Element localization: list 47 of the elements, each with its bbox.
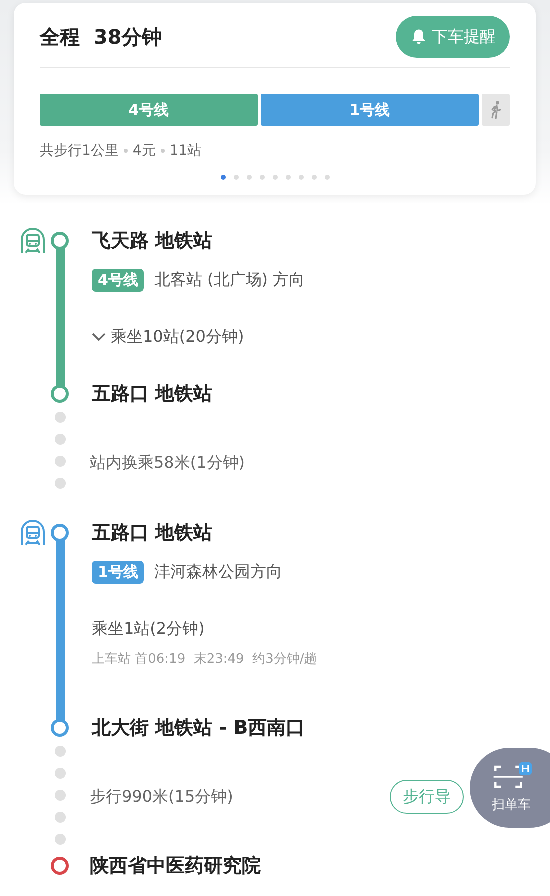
route-segment: 1号线 bbox=[261, 94, 479, 126]
page-dot[interactable] bbox=[220, 175, 226, 180]
path-dot bbox=[54, 746, 66, 757]
path-dot bbox=[54, 790, 66, 801]
direction-text: 北客站 (北广场) 方向 bbox=[154, 270, 306, 290]
page-dot[interactable] bbox=[312, 175, 316, 180]
scan-bike-button[interactable]: 扫单车 bbox=[470, 748, 550, 828]
station-node bbox=[51, 719, 69, 737]
schedule-text: 上车站 首06:19 末23:49 约3分钟/趟 bbox=[92, 651, 318, 669]
station-name[interactable]: 五路口 地铁站 bbox=[92, 518, 550, 548]
station-node bbox=[51, 385, 69, 403]
page-dot[interactable] bbox=[286, 175, 290, 180]
route-stat: 4元 bbox=[132, 142, 156, 160]
path-dot bbox=[54, 834, 66, 845]
destination-node bbox=[51, 857, 69, 875]
station-node bbox=[51, 524, 69, 542]
path-dot bbox=[54, 456, 66, 467]
chevron-down-icon[interactable] bbox=[92, 332, 106, 342]
path-dot bbox=[54, 768, 66, 779]
route-stat: 共步行1公里 bbox=[40, 142, 119, 160]
route-stat: 11站 bbox=[170, 142, 202, 160]
page-dot[interactable] bbox=[246, 175, 252, 180]
route-segment: 4号线 bbox=[40, 94, 258, 126]
station-name[interactable]: 北大街 地铁站 - B西南口 bbox=[92, 713, 550, 743]
station-node bbox=[51, 232, 69, 250]
direction-text: 沣河森林公园方向 bbox=[154, 562, 282, 582]
page-dot[interactable] bbox=[324, 175, 330, 180]
line-badge: 4号线 bbox=[92, 268, 144, 292]
station-name[interactable]: 飞天路 地铁站 bbox=[92, 226, 550, 256]
path-dot bbox=[54, 412, 66, 423]
page-dot[interactable] bbox=[260, 175, 264, 180]
bell-icon bbox=[410, 28, 428, 46]
page-dot[interactable] bbox=[234, 175, 238, 180]
walk-info: 步行990米(15分钟) bbox=[90, 786, 234, 808]
walk-info: 站内换乘58米(1分钟) bbox=[90, 452, 246, 474]
destination-name: 陕西省中医药研究院 bbox=[89, 854, 261, 879]
line-badge: 1号线 bbox=[92, 560, 144, 584]
walking-person-icon bbox=[489, 100, 503, 120]
total-time: 全程 38分钟 bbox=[40, 24, 162, 50]
page-dot[interactable] bbox=[272, 175, 278, 180]
page-dot[interactable] bbox=[298, 175, 304, 180]
path-dot bbox=[54, 478, 66, 489]
station-name[interactable]: 五路口 地铁站 bbox=[92, 379, 550, 409]
ride-info[interactable]: 乘坐10站(20分钟) bbox=[111, 326, 244, 348]
path-dot bbox=[54, 434, 66, 445]
path-dot bbox=[54, 812, 66, 823]
ride-info[interactable]: 乘坐1站(2分钟) bbox=[92, 618, 205, 640]
